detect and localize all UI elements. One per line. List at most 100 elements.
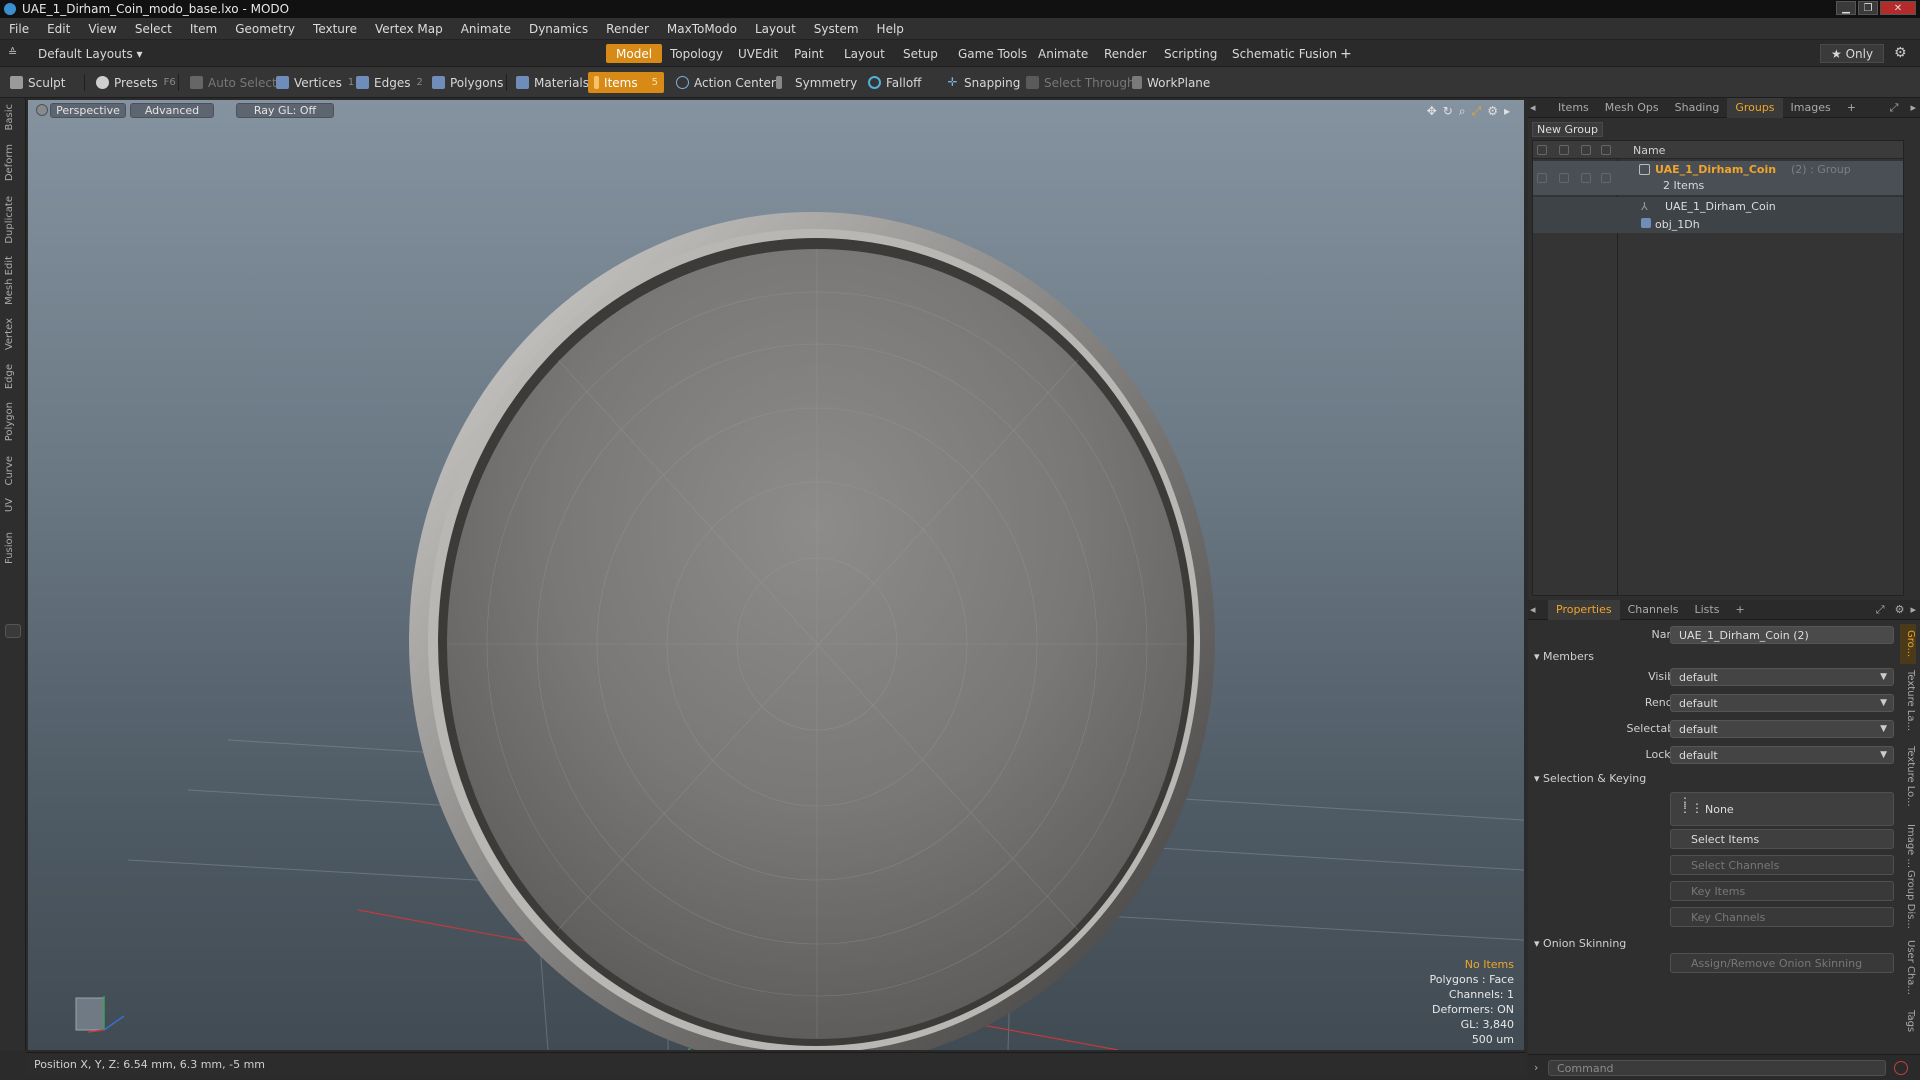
menu-item[interactable]: Item xyxy=(181,22,226,36)
select-items-button[interactable]: Select Items xyxy=(1670,829,1894,849)
menu-layout[interactable]: Layout xyxy=(746,22,805,36)
menu-texture[interactable]: Texture xyxy=(304,22,366,36)
group-render-icon[interactable] xyxy=(1559,173,1569,183)
menu-view[interactable]: View xyxy=(79,22,125,36)
menu-system[interactable]: System xyxy=(805,22,868,36)
selection-keying-section[interactable]: ▾ Selection & Keying xyxy=(1534,772,1646,785)
members-section[interactable]: ▾ Members xyxy=(1534,650,1594,663)
sidetab-texture-locator[interactable]: Texture Lo... xyxy=(1900,746,1916,807)
viewport-options-icon[interactable] xyxy=(36,104,48,116)
tab-items[interactable]: Items xyxy=(1550,98,1597,118)
close-icon[interactable]: ✕ xyxy=(1880,1,1916,15)
command-expand-icon[interactable]: › xyxy=(1534,1061,1538,1074)
menu-geometry[interactable]: Geometry xyxy=(226,22,304,36)
lefttab-mesh-edit[interactable]: Mesh Edit xyxy=(4,256,22,305)
tab-model[interactable]: Model xyxy=(606,44,663,63)
tab-scripting[interactable]: Scripting xyxy=(1154,44,1227,63)
advanced-shading-button[interactable]: Advanced xyxy=(130,103,214,118)
fit-icon[interactable]: ⤢ xyxy=(1472,104,1482,119)
group-visible-icon[interactable] xyxy=(1537,173,1547,183)
menu-maxtomodo[interactable]: MaxToModo xyxy=(658,22,746,36)
action-center-button[interactable]: Action Center xyxy=(670,72,782,93)
sidetab-texture-layers[interactable]: Texture La... xyxy=(1900,670,1916,731)
group-row[interactable]: UAE_1_Dirham_Coin (2) : Group 2 Items xyxy=(1533,161,1903,195)
tab-images[interactable]: Images xyxy=(1783,98,1839,118)
coin-mesh[interactable] xyxy=(409,212,1215,1050)
name-field[interactable]: UAE_1_Dirham_Coin (2) xyxy=(1670,626,1894,644)
command-record-icon[interactable] xyxy=(1894,1061,1908,1075)
group-child-row[interactable]: obj_1Dh xyxy=(1533,215,1903,233)
eye-icon[interactable] xyxy=(1537,145,1547,155)
tab-schematic-fusion[interactable]: Schematic Fusion xyxy=(1222,44,1347,63)
tab-properties[interactable]: Properties xyxy=(1548,599,1620,620)
menu-edit[interactable]: Edit xyxy=(38,22,79,36)
add-panel-tab-button[interactable]: + xyxy=(1839,98,1864,118)
zoom-icon[interactable]: ⌕ xyxy=(1459,104,1466,119)
menu-help[interactable]: Help xyxy=(868,22,913,36)
layout-preset-dropdown[interactable]: Default Layouts ▾ xyxy=(28,44,153,63)
lefttab-curve[interactable]: Curve xyxy=(4,456,22,486)
render-select[interactable]: default ▼ xyxy=(1670,694,1894,712)
add-properties-tab-button[interactable]: + xyxy=(1727,600,1752,620)
minimize-icon[interactable]: ▁ xyxy=(1836,1,1856,15)
none-button[interactable]: ⋮ ⋮⋮ None xyxy=(1670,792,1894,826)
tab-layout[interactable]: Layout xyxy=(834,44,895,63)
auto-select-button[interactable]: Auto Select xyxy=(184,72,283,93)
lock-icon[interactable] xyxy=(1581,145,1591,155)
perspective-view-button[interactable]: Perspective xyxy=(50,103,126,118)
sidetab-image[interactable]: Image ... xyxy=(1900,824,1916,868)
assign-onion-button[interactable]: Assign/Remove Onion Skinning xyxy=(1670,953,1894,973)
menu-file[interactable]: File xyxy=(0,22,38,36)
lefttab-vertex[interactable]: Vertex xyxy=(4,318,22,350)
lefttab-fusion[interactable]: Fusion xyxy=(4,532,22,564)
presets-button[interactable]: Presets F6 xyxy=(90,72,182,93)
panel-expand-icon[interactable]: ▸ xyxy=(1906,98,1920,118)
symmetry-button[interactable]: Symmetry xyxy=(770,72,863,93)
tab-topology[interactable]: Topology xyxy=(660,44,733,63)
workplane-button[interactable]: WorkPlane xyxy=(1126,72,1216,93)
group-selectable-icon[interactable] xyxy=(1601,173,1611,183)
lefttab-uv[interactable]: UV xyxy=(4,498,22,512)
properties-expand-icon[interactable]: ▸ xyxy=(1906,600,1920,620)
selectable-select[interactable]: default ▼ xyxy=(1670,720,1894,738)
sculpt-button[interactable]: Sculpt xyxy=(4,72,71,93)
layout-collapse-icon[interactable]: ≙ xyxy=(8,46,17,59)
select-lock-icon[interactable] xyxy=(1601,145,1611,155)
onion-skinning-section[interactable]: ▾ Onion Skinning xyxy=(1534,937,1626,950)
properties-gear-icon[interactable]: ⚙ xyxy=(1893,600,1907,620)
lefttab-polygon[interactable]: Polygon xyxy=(4,402,22,441)
tab-channels[interactable]: Channels xyxy=(1620,600,1687,620)
tab-render[interactable]: Render xyxy=(1094,44,1157,63)
group-child-row[interactable]: ⅄ UAE_1_Dirham_Coin xyxy=(1533,197,1903,215)
tab-game-tools[interactable]: Game Tools xyxy=(948,44,1037,63)
menu-dynamics[interactable]: Dynamics xyxy=(520,22,597,36)
tab-mesh-ops[interactable]: Mesh Ops xyxy=(1597,98,1667,118)
key-items-button[interactable]: Key Items xyxy=(1670,881,1894,901)
sidetab-tags[interactable]: Tags xyxy=(1900,1010,1916,1032)
polygons-button[interactable]: Polygons xyxy=(426,72,509,93)
select-through-button[interactable]: Select Through xyxy=(1020,72,1141,93)
tab-paint[interactable]: Paint xyxy=(784,44,834,63)
gear-icon[interactable]: ⚙ xyxy=(1894,45,1907,61)
sidetab-group[interactable]: Gro... xyxy=(1900,624,1916,664)
materials-button[interactable]: Materials xyxy=(510,72,595,93)
menu-animate[interactable]: Animate xyxy=(452,22,520,36)
tab-shading[interactable]: Shading xyxy=(1667,98,1728,118)
lefttab-deform[interactable]: Deform xyxy=(4,144,22,181)
lefttab-basic[interactable]: Basic xyxy=(4,104,22,130)
tab-setup[interactable]: Setup xyxy=(893,44,948,63)
only-button[interactable]: ★ Only xyxy=(1820,44,1885,63)
pan-icon[interactable]: ✥ xyxy=(1427,104,1437,119)
panel-options-icon[interactable]: ◂ xyxy=(1528,98,1538,118)
select-channels-button[interactable]: Select Channels xyxy=(1670,855,1894,875)
falloff-button[interactable]: Falloff xyxy=(862,72,927,93)
sidetab-user-channels[interactable]: User Cha... xyxy=(1900,940,1916,995)
add-tab-button[interactable]: + xyxy=(1330,44,1362,63)
locked-select[interactable]: default ▼ xyxy=(1670,746,1894,764)
menu-select[interactable]: Select xyxy=(126,22,181,36)
lefttab-edge[interactable]: Edge xyxy=(4,364,22,389)
tab-groups[interactable]: Groups xyxy=(1727,97,1783,118)
rotate-icon[interactable]: ↻ xyxy=(1443,104,1453,119)
lefttab-duplicate[interactable]: Duplicate xyxy=(4,196,22,244)
panel-maximize-icon[interactable]: ⤢ xyxy=(1882,98,1907,118)
